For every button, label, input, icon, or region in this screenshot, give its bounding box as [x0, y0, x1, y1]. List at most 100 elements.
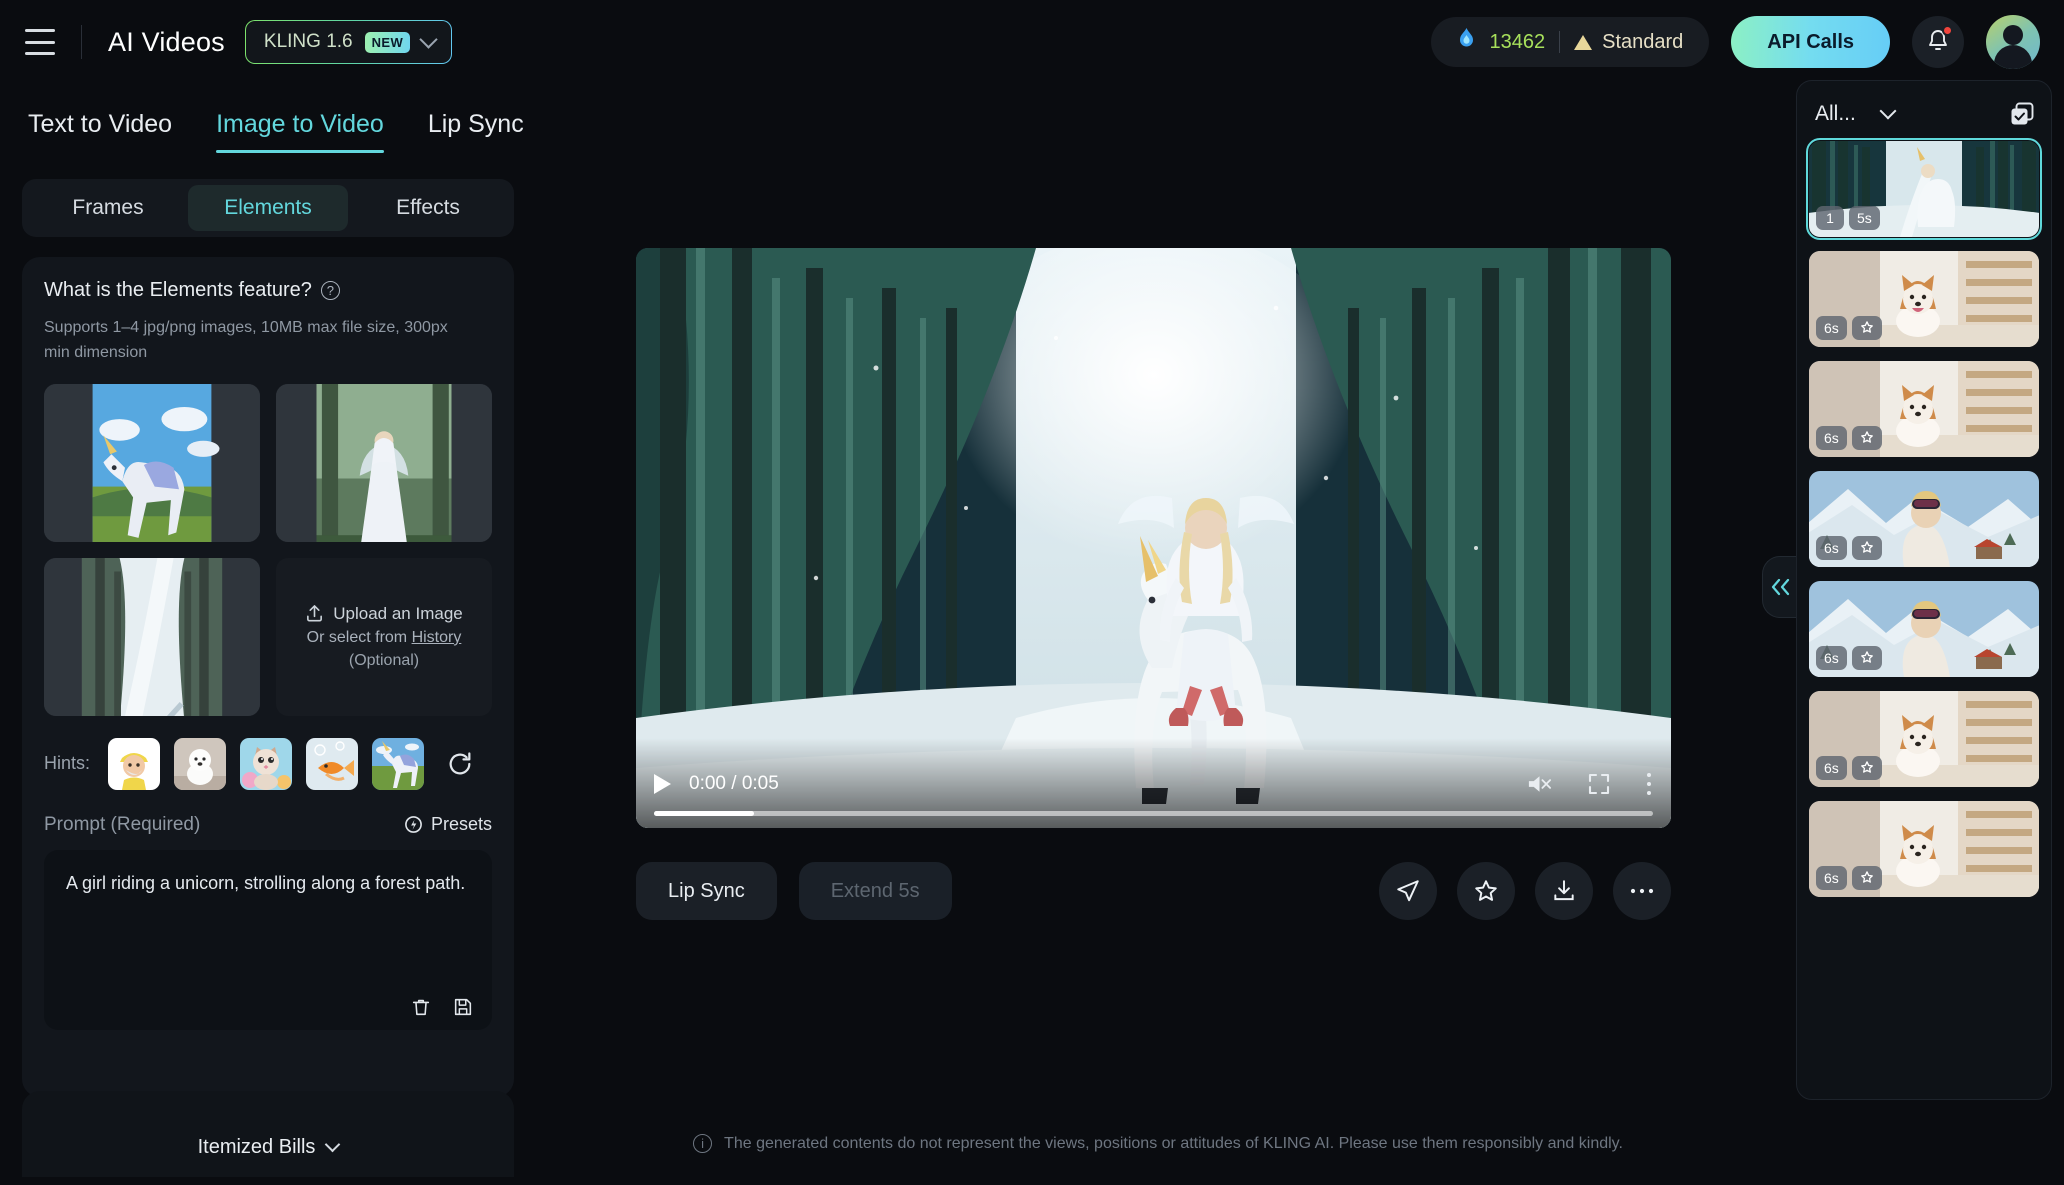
history-filter-label[interactable]: All... [1815, 102, 1856, 126]
hint-old-man-hint[interactable] [108, 737, 161, 790]
notifications-button[interactable] [1912, 16, 1964, 68]
elements-subtitle: Supports 1–4 jpg/png images, 10MB max fi… [44, 319, 448, 361]
info-icon: i [693, 1134, 713, 1153]
element-slot-fairy-in-forest[interactable] [276, 383, 492, 542]
history-item-star-badge [1851, 316, 1882, 340]
itemized-bills-toggle[interactable]: Itemized Bills [198, 1136, 341, 1159]
presets-button[interactable]: Presets [404, 814, 492, 835]
new-badge: NEW [364, 31, 411, 53]
segmented-control: Frames Elements Effects [22, 179, 514, 237]
tab-text-to-video[interactable]: Text to Video [28, 110, 172, 153]
presets-icon [405, 816, 422, 834]
video-progress-bar[interactable] [654, 811, 1653, 816]
history-item-star-badge [1851, 426, 1882, 450]
hint-goldfish-hint[interactable] [306, 737, 359, 790]
elements-help-row: What is the Elements feature? ? [44, 279, 492, 302]
triangle-icon [1574, 34, 1593, 50]
volume-muted-icon[interactable] [1526, 772, 1553, 796]
history-item-badges: 1 5s [1816, 206, 1880, 230]
video-player[interactable]: 0:00 / 0:05 [636, 248, 1671, 828]
element-slot-unicorn-in-meadow[interactable] [44, 383, 260, 542]
cartoon-cat-hint-image [240, 737, 293, 790]
more-vertical-icon[interactable] [1645, 771, 1653, 797]
more-button[interactable] [1613, 862, 1671, 920]
history-item-skier-mountains[interactable]: 6s [1809, 581, 2039, 677]
upload-label: Upload an Image [333, 603, 463, 623]
history-item-badges: 6s [1816, 756, 1882, 780]
favorite-button[interactable] [1457, 862, 1515, 920]
save-icon[interactable] [452, 996, 474, 1018]
round-actions [1379, 862, 1671, 920]
star-icon [1860, 321, 1873, 333]
tab-lip-sync[interactable]: Lip Sync [428, 110, 524, 153]
fullscreen-icon[interactable] [1587, 772, 1611, 796]
notification-dot [1942, 25, 1953, 36]
hint-unicorn-hint[interactable] [372, 737, 425, 790]
prompt-input[interactable]: A girl riding a unicorn, strolling along… [44, 849, 492, 1030]
extend-button[interactable]: Extend 5s [798, 862, 952, 920]
history-item-corgi-on-porch[interactable]: 6s [1809, 251, 2039, 347]
avatar-body [1994, 45, 2032, 69]
white-puppy-hint-image [174, 737, 227, 790]
star-icon [1475, 880, 1497, 901]
video-progress-fill [654, 811, 754, 816]
element-slot-snowy-forest-road[interactable] [44, 557, 260, 716]
disclaimer-text: The generated contents do not represent … [724, 1134, 1623, 1152]
history-item-duration: 5s [1849, 206, 1880, 230]
history-item-corgi-on-porch[interactable]: 6s [1809, 691, 2039, 787]
left-panel: Text to Video Image to Video Lip Sync Fr… [0, 84, 536, 1185]
history-item-unicorn-girl-snow-forest[interactable]: 1 5s [1806, 138, 2042, 240]
model-selector[interactable]: KLING 1.6 NEW [245, 20, 452, 64]
download-button[interactable] [1535, 862, 1593, 920]
mode-tabs: Text to Video Image to Video Lip Sync [0, 84, 536, 153]
history-item-duration: 6s [1816, 536, 1847, 560]
upload-row: Upload an Image [305, 603, 463, 624]
history-header: All... [1797, 91, 2051, 141]
segment-frames[interactable]: Frames [28, 185, 188, 231]
collapse-sidebar-button[interactable] [1762, 556, 1796, 618]
api-calls-button[interactable]: API Calls [1731, 16, 1890, 68]
double-chevron-left-icon [1771, 578, 1789, 596]
hint-cartoon-cat-hint[interactable] [240, 737, 293, 790]
question-circle-icon[interactable]: ? [320, 281, 340, 300]
segment-effects[interactable]: Effects [348, 185, 508, 231]
segment-elements[interactable]: Elements [188, 185, 348, 231]
prompt-label: Prompt [44, 813, 106, 835]
presets-label: Presets [430, 814, 492, 835]
tier-indicator: Standard [1574, 31, 1683, 54]
history-link[interactable]: History [412, 629, 462, 646]
history-item-star-badge [1851, 646, 1882, 670]
tier-label: Standard [1602, 30, 1684, 53]
tab-image-to-video[interactable]: Image to Video [216, 110, 384, 153]
chevron-down-icon[interactable] [1879, 102, 1897, 119]
avatar[interactable] [1986, 15, 2040, 69]
play-icon[interactable] [654, 774, 671, 794]
unicorn-in-meadow-image [44, 383, 260, 542]
top-right-group: 13462 Standard API Calls [1430, 15, 2064, 69]
goldfish-hint-image [306, 737, 359, 790]
hints-row: Hints: [44, 737, 492, 790]
history-item-corgi-on-porch[interactable]: 6s [1809, 801, 2039, 897]
hint-white-puppy-hint[interactable] [174, 737, 227, 790]
refresh-icon[interactable] [446, 750, 474, 778]
upload-sub: Or select from History [307, 629, 462, 647]
prompt-label-group: Prompt (Required) [44, 814, 200, 836]
history-item-skier-mountains[interactable]: 6s [1809, 471, 2039, 567]
lip-sync-button[interactable]: Lip Sync [636, 862, 777, 920]
video-controls-row: 0:00 / 0:05 [654, 763, 1653, 805]
hamburger-icon[interactable] [25, 29, 55, 55]
credits-pill[interactable]: 13462 Standard [1430, 17, 1710, 67]
share-button[interactable] [1379, 862, 1437, 920]
history-item-corgi-on-porch[interactable]: 6s [1809, 361, 2039, 457]
copy-select-icon[interactable] [2009, 101, 2035, 127]
download-icon [1554, 880, 1574, 901]
history-sidebar: All... 1 5s 6s 6s 6s 6s 6s 6s [1796, 80, 2052, 1100]
upload-image-button[interactable]: Upload an Image Or select from History (… [276, 557, 492, 716]
divider [1559, 31, 1561, 53]
trash-icon[interactable] [410, 996, 432, 1018]
star-icon [1860, 871, 1873, 883]
prompt-tools [410, 996, 474, 1018]
model-name: KLING 1.6 [263, 31, 353, 52]
itemized-bills-bar: Itemized Bills [22, 1091, 514, 1177]
history-item-duration: 6s [1816, 426, 1847, 450]
